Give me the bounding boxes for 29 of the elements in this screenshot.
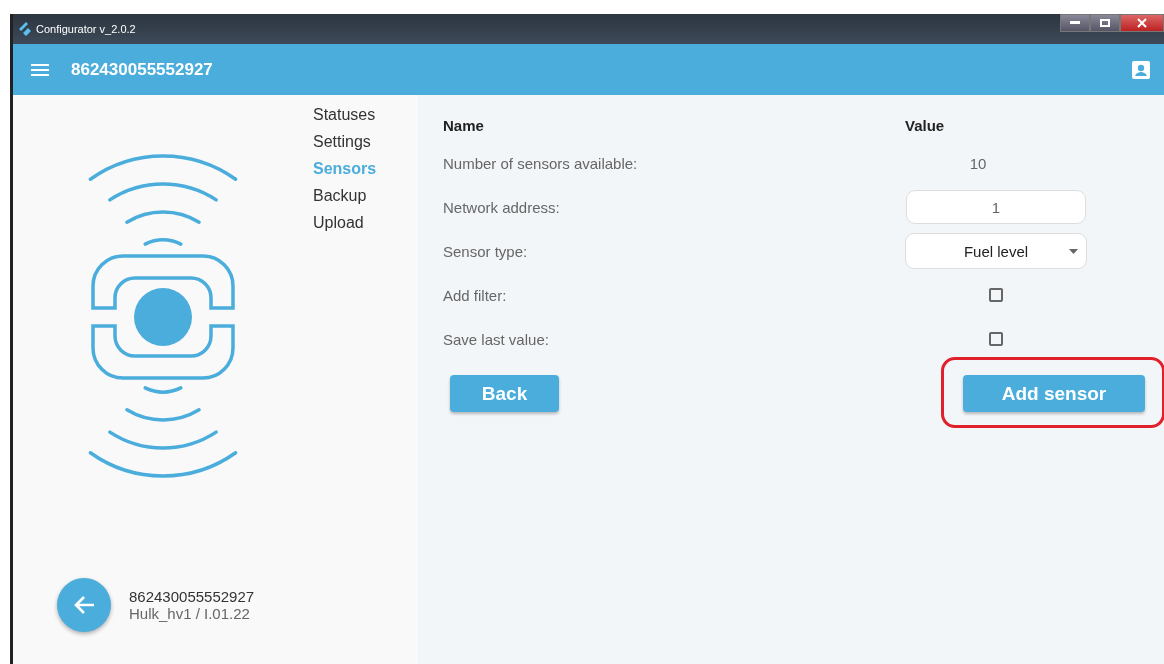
field-label: Number of sensors available: bbox=[443, 154, 638, 172]
close-button[interactable] bbox=[1120, 14, 1164, 32]
device-model: Hulk_hv1 / I.01.22 bbox=[129, 605, 251, 622]
column-header: Value bbox=[905, 116, 945, 134]
nav-item[interactable]: Backup bbox=[313, 186, 377, 205]
maximize-icon bbox=[1100, 19, 1110, 27]
column-header: Name bbox=[443, 116, 484, 134]
field-label: Save last value: bbox=[443, 330, 549, 348]
nav-item[interactable]: Upload bbox=[313, 213, 377, 232]
checkbox[interactable] bbox=[989, 288, 1003, 302]
field-label: Network address: bbox=[443, 198, 560, 216]
field-label: Add filter: bbox=[443, 286, 507, 304]
maximize-button[interactable] bbox=[1090, 14, 1120, 32]
close-icon bbox=[1137, 18, 1147, 28]
minimize-button[interactable] bbox=[1060, 14, 1090, 32]
caret-icon bbox=[1069, 249, 1078, 254]
field-label: Sensor type: bbox=[443, 242, 528, 260]
arrow-left-icon bbox=[73, 595, 95, 615]
checkbox[interactable] bbox=[989, 332, 1003, 346]
minimize-icon bbox=[1070, 21, 1080, 25]
dropdown[interactable]: Fuel level bbox=[905, 233, 1087, 269]
nav-item[interactable]: Statuses bbox=[313, 105, 377, 124]
nav-item[interactable]: Settings bbox=[313, 132, 377, 151]
input-field[interactable]: 1 bbox=[906, 190, 1086, 224]
field-value: 10 bbox=[969, 154, 987, 172]
app-title: 862430055552927 bbox=[71, 59, 214, 80]
app-logo-icon bbox=[19, 22, 31, 36]
device-id: 862430055552927 bbox=[129, 588, 255, 605]
window-title: Configurator v_2.0.2 bbox=[36, 23, 136, 35]
